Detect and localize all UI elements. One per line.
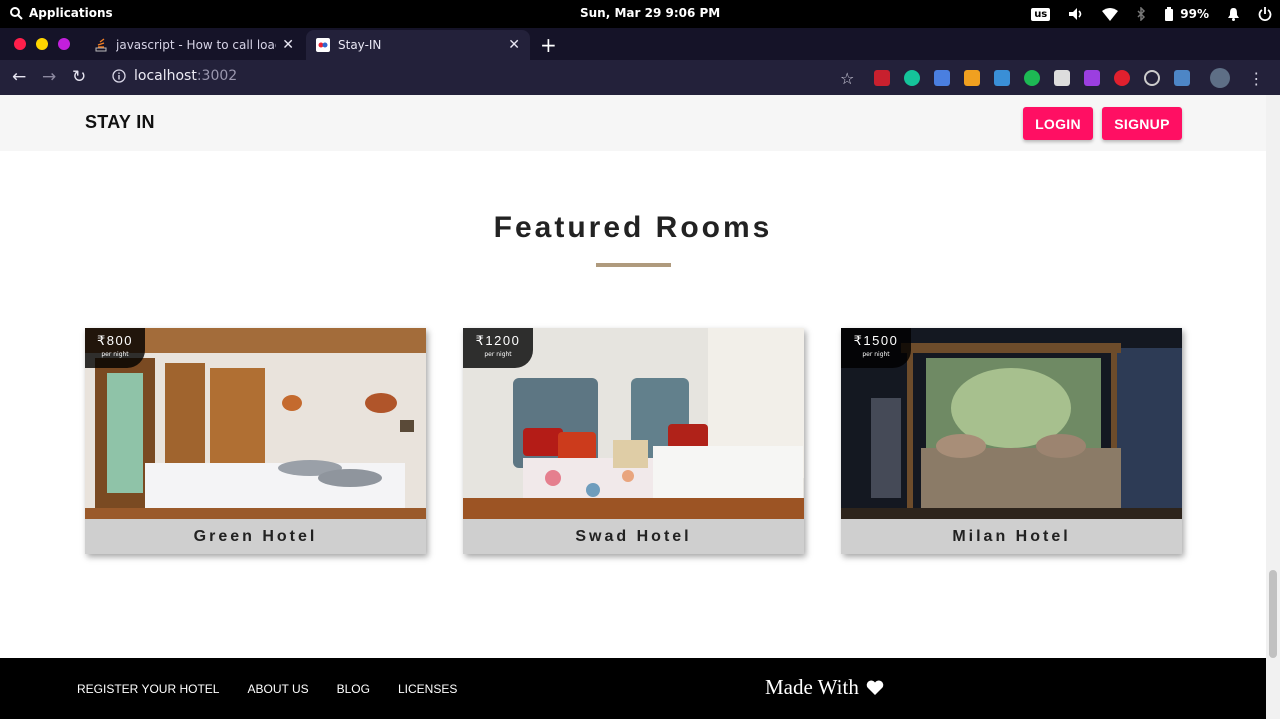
url-port: :3002	[196, 68, 238, 84]
clock[interactable]: Sun, Mar 29 9:06 PM	[580, 6, 720, 20]
close-tab-icon[interactable]: ✕	[282, 37, 294, 53]
browser-tab-strip: javascript - How to call loading functio…	[0, 28, 1280, 60]
price-badge: ₹1500 per night	[841, 328, 911, 368]
footer-link-register-hotel[interactable]: REGISTER YOUR HOTEL	[77, 682, 219, 696]
notification-bell-icon[interactable]	[1227, 7, 1240, 21]
site-brand[interactable]: STAY IN	[85, 112, 155, 133]
made-with-text: Made With	[765, 675, 884, 700]
tab-stackoverflow[interactable]: javascript - How to call loading functio…	[84, 30, 304, 60]
system-tray: us 99%	[1013, 4, 1272, 24]
price-unit: per night	[101, 351, 129, 358]
scrollbar-thumb[interactable]	[1269, 570, 1277, 658]
extension-icon[interactable]	[1174, 70, 1191, 86]
back-arrow-icon[interactable]: ←	[12, 67, 26, 87]
tab-title: Stay-IN	[338, 38, 382, 52]
stay-in-favicon-icon	[316, 38, 330, 52]
close-window-button[interactable]	[14, 38, 26, 50]
close-tab-icon[interactable]: ✕	[508, 37, 520, 53]
footer-link-licenses[interactable]: LICENSES	[398, 682, 457, 696]
info-icon[interactable]	[112, 69, 126, 83]
extension-icon[interactable]	[1024, 70, 1041, 86]
heart-icon	[866, 679, 884, 695]
url-host: localhost	[134, 68, 197, 84]
room-name[interactable]: Green Hotel	[85, 519, 426, 554]
new-tab-button[interactable]: +	[540, 33, 557, 57]
profile-avatar[interactable]	[1210, 68, 1231, 88]
volume-icon[interactable]	[1068, 7, 1084, 21]
os-top-bar: Applications Sun, Mar 29 9:06 PM us 99%	[0, 0, 1280, 28]
reload-icon[interactable]: ↻	[72, 67, 86, 87]
bluetooth-icon[interactable]	[1136, 7, 1146, 21]
tab-title: javascript - How to call loading functio…	[116, 38, 276, 52]
extension-icon[interactable]	[1144, 70, 1161, 86]
price-unit: per night	[862, 351, 890, 358]
price-badge: ₹1200 per night	[463, 328, 533, 368]
login-button[interactable]: LOGIN	[1023, 107, 1093, 140]
section-title: Featured Rooms	[493, 211, 773, 244]
bookmark-star-icon[interactable]: ☆	[840, 69, 854, 88]
feather-icon[interactable]	[1084, 70, 1101, 86]
battery-icon[interactable]	[1164, 7, 1174, 21]
browser-toolbar: ← → ↻ localhost:3002 ☆ ⋮	[0, 60, 1280, 95]
footer-link-about-us[interactable]: ABOUT US	[247, 682, 308, 696]
extension-icon[interactable]	[964, 70, 981, 86]
footer-link-blog[interactable]: BLOG	[337, 682, 370, 696]
room-image[interactable]: ₹1200 per night	[463, 328, 804, 519]
room-card-swad-hotel[interactable]: ₹1200 per night Swad Hotel	[463, 328, 804, 554]
minimize-window-button[interactable]	[36, 38, 48, 50]
extension-icon[interactable]	[874, 70, 891, 86]
price-value: ₹800	[97, 333, 133, 348]
battery-percent: 99%	[1180, 7, 1209, 21]
site-navbar: STAY IN LOGIN SIGNUP	[0, 95, 1266, 151]
site-footer: REGISTER YOUR HOTEL ABOUT US BLOG LICENS…	[0, 658, 1266, 719]
page-viewport: STAY IN LOGIN SIGNUP Featured Rooms ₹800…	[0, 95, 1266, 719]
eyedropper-icon[interactable]	[994, 70, 1011, 86]
translate-icon[interactable]	[934, 70, 951, 86]
browser-menu-icon[interactable]: ⋮	[1248, 69, 1264, 88]
stackoverflow-favicon-icon	[95, 38, 107, 52]
maximize-window-button[interactable]	[58, 38, 70, 50]
grammarly-icon[interactable]	[904, 70, 921, 86]
window-controls	[14, 38, 70, 50]
room-image[interactable]: ₹800 per night	[85, 328, 426, 519]
power-icon[interactable]	[1258, 7, 1272, 21]
page-scrollbar[interactable]	[1266, 95, 1280, 719]
room-image[interactable]: ₹1500 per night	[841, 328, 1182, 519]
keyboard-layout-indicator[interactable]: us	[1031, 7, 1051, 21]
price-value: ₹1500	[853, 333, 899, 348]
adblock-icon[interactable]	[1114, 70, 1131, 86]
price-badge: ₹800 per night	[85, 328, 145, 368]
price-value: ₹1200	[475, 333, 521, 348]
tab-stay-in[interactable]: Stay-IN ✕	[306, 30, 530, 60]
applications-label: Applications	[29, 6, 113, 20]
signup-button[interactable]: SIGNUP	[1102, 107, 1182, 140]
title-underline	[596, 263, 671, 267]
search-icon	[10, 6, 23, 20]
room-card-milan-hotel[interactable]: ₹1500 per night Milan Hotel	[841, 328, 1182, 554]
footer-links: REGISTER YOUR HOTEL ABOUT US BLOG LICENS…	[77, 682, 457, 696]
price-unit: per night	[484, 351, 512, 358]
extension-icon[interactable]	[1054, 70, 1071, 86]
made-with-label: Made With	[765, 675, 859, 699]
room-name[interactable]: Milan Hotel	[841, 519, 1182, 554]
applications-menu[interactable]: Applications	[10, 6, 113, 20]
wifi-icon[interactable]	[1102, 7, 1119, 21]
address-bar[interactable]: localhost:3002	[112, 68, 237, 84]
extensions-bar: ☆ ⋮	[840, 68, 1264, 88]
forward-arrow-icon[interactable]: →	[42, 67, 56, 87]
room-card-green-hotel[interactable]: ₹800 per night Green Hotel	[85, 328, 426, 554]
room-name[interactable]: Swad Hotel	[463, 519, 804, 554]
